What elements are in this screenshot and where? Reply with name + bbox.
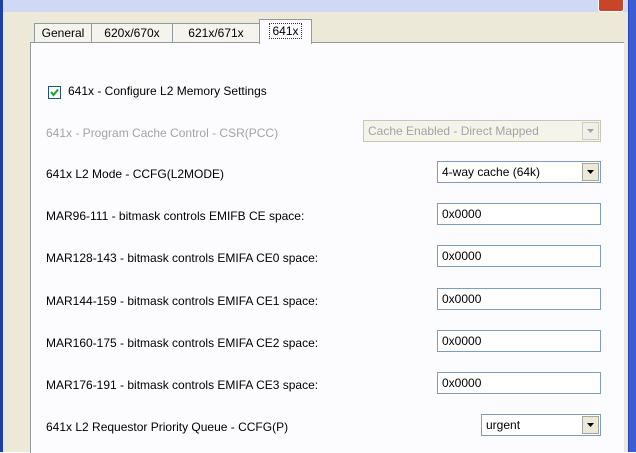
tab-general[interactable]: General [34, 23, 92, 43]
mar176-input[interactable]: 0x0000 [437, 372, 601, 394]
mar176-label: MAR176-191 - bitmask controls EMIFA CE3 … [46, 378, 319, 392]
pcc-label: 641x - Program Cache Control - CSR(PCC) [46, 126, 279, 140]
mar144-label: MAR144-159 - bitmask controls EMIFA CE1 … [46, 294, 319, 308]
priority-select-value: urgent [486, 418, 521, 432]
window-title-bar [0, 0, 636, 12]
l2mode-select-value: 4-way cache (64k) [442, 165, 541, 179]
tab-620x-670x[interactable]: 620x/670x [91, 23, 173, 43]
configure-l2-label[interactable]: 641x - Configure L2 Memory Settings [68, 84, 267, 98]
mar96-label: MAR96-111 - bitmask controls EMIFB CE sp… [46, 209, 305, 223]
pcc-select[interactable]: Cache Enabled - Direct Mapped [363, 120, 601, 142]
mar96-input[interactable]: 0x0000 [437, 203, 601, 225]
mar160-input[interactable]: 0x0000 [437, 330, 601, 352]
l2mode-label: 641x L2 Mode - CCFG(L2MODE) [46, 167, 225, 181]
l2mode-select[interactable]: 4-way cache (64k) [437, 161, 601, 183]
mar144-input[interactable]: 0x0000 [437, 288, 601, 310]
tab-641x-label: 641x [269, 23, 302, 39]
mar128-label: MAR128-143 - bitmask controls EMIFA CE0 … [46, 251, 319, 265]
chevron-down-icon [587, 423, 594, 427]
priority-select[interactable]: urgent [481, 414, 601, 436]
l2mode-dropdown-button[interactable] [582, 163, 599, 181]
pcc-dropdown-button[interactable] [582, 122, 599, 140]
priority-dropdown-button[interactable] [582, 416, 599, 434]
pcc-select-value: Cache Enabled - Direct Mapped [368, 124, 539, 138]
window-frame-right [628, 0, 636, 452]
mar128-input[interactable]: 0x0000 [437, 245, 601, 267]
tab-641x[interactable]: 641x [259, 19, 312, 44]
window-close-icon[interactable] [598, 0, 624, 12]
chevron-down-icon [587, 129, 594, 133]
priority-label: 641x L2 Requestor Priority Queue - CCFG(… [46, 420, 289, 434]
tab-621x-671x[interactable]: 621x/671x [172, 23, 260, 43]
checkmark-icon [50, 88, 59, 97]
chevron-down-icon [587, 170, 594, 174]
configure-l2-checkbox[interactable] [48, 86, 61, 99]
mar160-label: MAR160-175 - bitmask controls EMIFA CE2 … [46, 336, 319, 350]
